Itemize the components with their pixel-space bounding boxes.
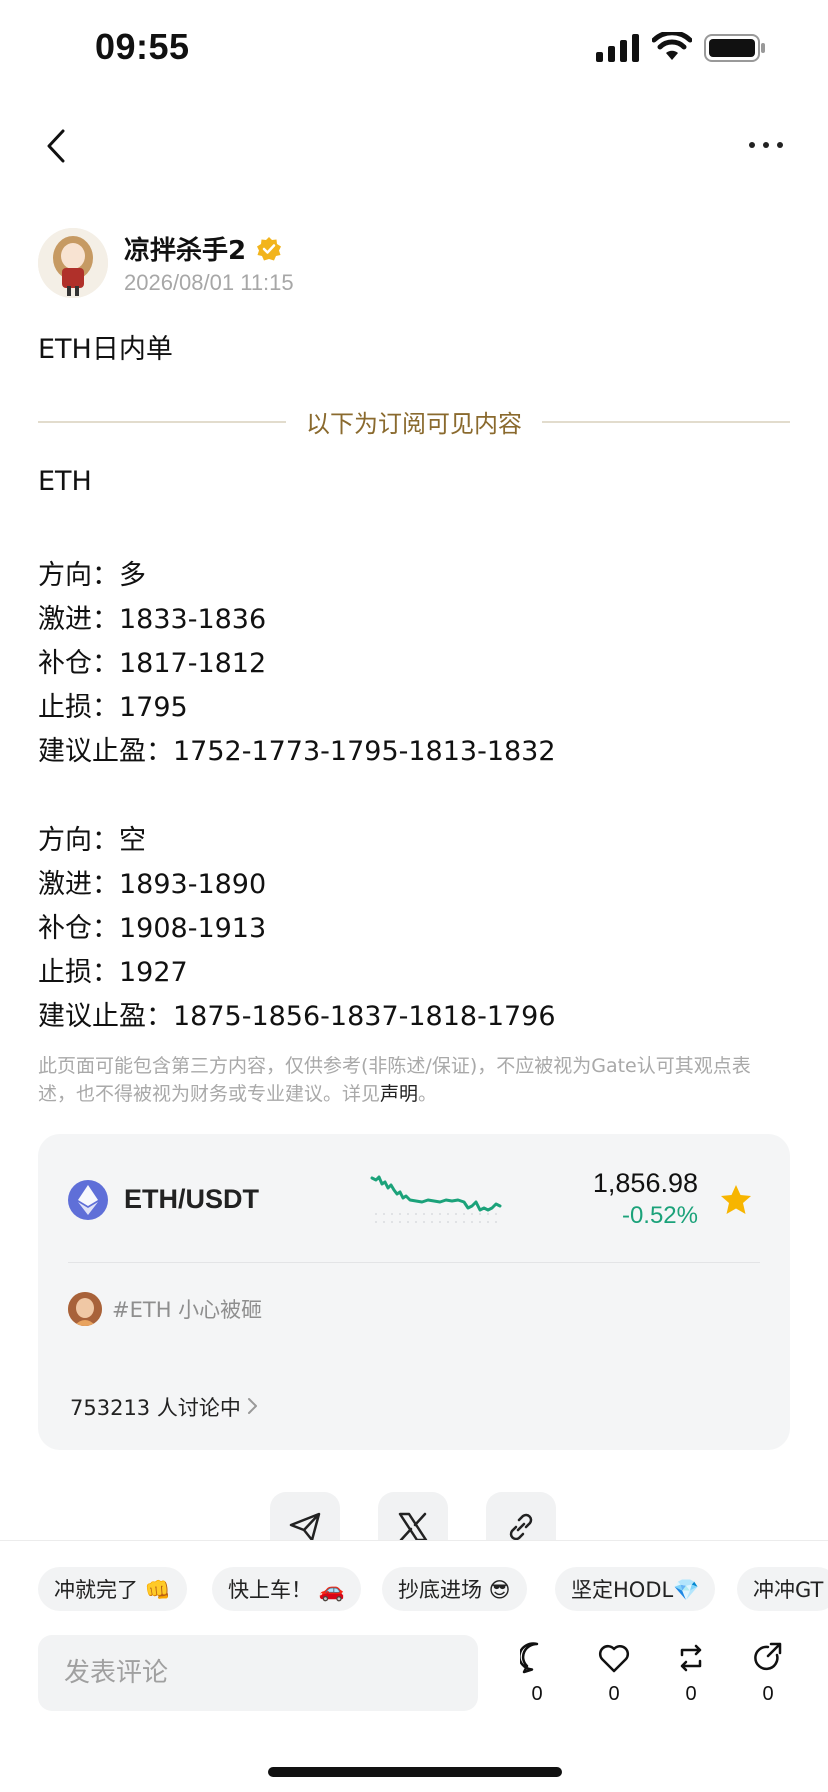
disclaimer-link[interactable]: 声明 xyxy=(380,1083,418,1105)
share-arrow-icon xyxy=(754,1642,782,1671)
home-indicator xyxy=(268,1767,562,1777)
more-dot-icon xyxy=(763,142,769,148)
back-button[interactable] xyxy=(36,122,76,170)
post-body-line: 建议止盈：1752-1773-1795-1813-1832 xyxy=(38,736,556,767)
comment-action[interactable]: 0 xyxy=(507,1641,567,1715)
chevron-right-icon xyxy=(248,1398,257,1414)
card-divider xyxy=(68,1262,760,1263)
quick-reply-chips: 冲就完了 👊 快上车！ 🚗 抄底进场 😎 坚定HODL💎 冲冲GT xyxy=(0,1567,828,1611)
divider xyxy=(542,421,790,423)
more-dot-icon xyxy=(749,142,755,148)
more-options-button[interactable] xyxy=(740,128,792,162)
price-value: 1,856.98 xyxy=(592,1168,698,1198)
price-sparkline xyxy=(370,1175,502,1223)
post-body-line: 补仓：1817-1812 xyxy=(38,648,267,679)
post-body-line: 建议止盈：1875-1856-1837-1818-1796 xyxy=(38,1001,556,1032)
repost-count: 0 xyxy=(685,1683,697,1705)
avatar-illustration-icon xyxy=(38,228,108,298)
topic-avatar xyxy=(68,1292,102,1326)
like-count: 0 xyxy=(608,1683,620,1705)
comment-count: 0 xyxy=(531,1683,543,1705)
more-dot-icon xyxy=(777,142,783,148)
quick-reply-chip[interactable]: 坚定HODL💎 xyxy=(555,1567,716,1611)
market-card[interactable]: ETH/USDT 1,856.98 -0.52% #ETH 小心被砸 75321… xyxy=(38,1134,790,1450)
repost-action[interactable]: 0 xyxy=(661,1641,721,1715)
link-icon xyxy=(509,1513,533,1541)
price-change: -0.52% xyxy=(621,1202,698,1229)
battery-icon xyxy=(704,34,765,62)
discussion-count[interactable]: 753213 人讨论中 xyxy=(70,1392,241,1422)
verified-badge-icon xyxy=(257,237,281,261)
chevron-left-icon xyxy=(47,129,65,163)
comment-bubble-icon xyxy=(520,1642,539,1674)
disclaimer-end: 。 xyxy=(418,1083,438,1105)
quick-reply-chip[interactable]: 快上车！ 🚗 xyxy=(212,1567,361,1611)
post-body-line: 激进：1893-1890 xyxy=(38,869,267,900)
cellular-signal-icon xyxy=(596,34,639,62)
divider xyxy=(38,421,286,423)
disclaimer: 此页面可能包含第三方内容，仅供参考(非陈述/保证)，不应被视为Gate认可其观点… xyxy=(38,1052,770,1108)
status-bar: 09:55 xyxy=(0,0,828,96)
post-title: ETH日内单 xyxy=(38,334,173,365)
topic-hashtag[interactable]: #ETH 小心被砸 xyxy=(112,1294,262,1324)
favorite-star-icon[interactable] xyxy=(718,1182,754,1218)
share-count: 0 xyxy=(762,1683,774,1705)
subscriber-only-label: 以下为订阅可见内容 xyxy=(306,410,522,438)
quick-reply-chip[interactable]: 冲冲GT xyxy=(737,1567,828,1611)
share-action[interactable]: 0 xyxy=(738,1641,798,1715)
post-body-line: 止损：1927 xyxy=(38,957,188,988)
heart-icon xyxy=(598,1644,630,1673)
post-body-line: 方向：空 xyxy=(38,825,146,856)
author-name[interactable]: 凉拌杀手2 xyxy=(124,230,246,267)
trading-pair-label: ETH/USDT xyxy=(124,1184,259,1214)
comment-input[interactable] xyxy=(38,1635,478,1711)
post-body-line: ETH xyxy=(38,466,92,497)
post-body-line: 激进：1833-1836 xyxy=(38,604,267,635)
bottom-comment-panel: 冲就完了 👊 快上车！ 🚗 抄底进场 😎 坚定HODL💎 冲冲GT 0 0 0 … xyxy=(0,1540,828,1792)
post-timestamp: 2026/08/01 11:15 xyxy=(124,270,294,295)
repost-icon xyxy=(680,1644,702,1672)
status-time: 09:55 xyxy=(95,26,190,67)
quick-reply-chip[interactable]: 抄底进场 😎 xyxy=(382,1567,527,1611)
x-logo-icon xyxy=(398,1512,428,1542)
author-avatar[interactable] xyxy=(38,228,108,298)
eth-logo-icon xyxy=(68,1180,108,1220)
post-body-line: 止损：1795 xyxy=(38,692,188,723)
wifi-icon xyxy=(652,32,692,60)
quick-reply-chip[interactable]: 冲就完了 👊 xyxy=(38,1567,187,1611)
like-action[interactable]: 0 xyxy=(584,1641,644,1715)
post-body-line: 方向：多 xyxy=(38,560,146,591)
post-body-line: 补仓：1908-1913 xyxy=(38,913,267,944)
